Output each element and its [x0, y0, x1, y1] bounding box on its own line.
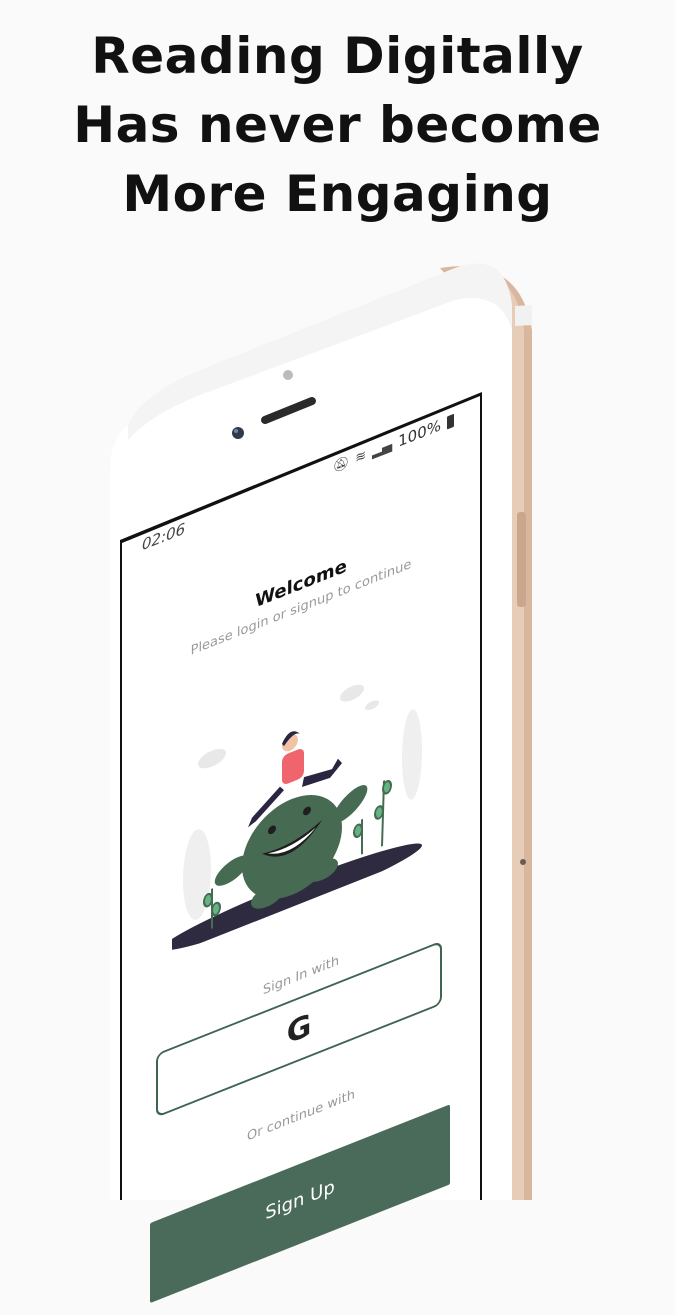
mute-icon: 🔕︎ [332, 453, 350, 476]
google-sign-in-button[interactable]: G [156, 940, 442, 1118]
sign-up-label: Sign Up [265, 1175, 335, 1225]
app-screen: 02:06 🔕︎ ≋ ▂▄ 100% Welcome Please login … [120, 402, 482, 1304]
wifi-icon: ≋ [355, 447, 367, 467]
battery-icon [447, 413, 454, 430]
welcome-illustration [172, 684, 422, 951]
proximity-sensor [283, 370, 293, 380]
google-icon: G [286, 1006, 312, 1052]
sign-up-button[interactable]: Sign Up [150, 1104, 450, 1304]
power-button [517, 512, 526, 607]
front-camera-icon [232, 427, 244, 439]
